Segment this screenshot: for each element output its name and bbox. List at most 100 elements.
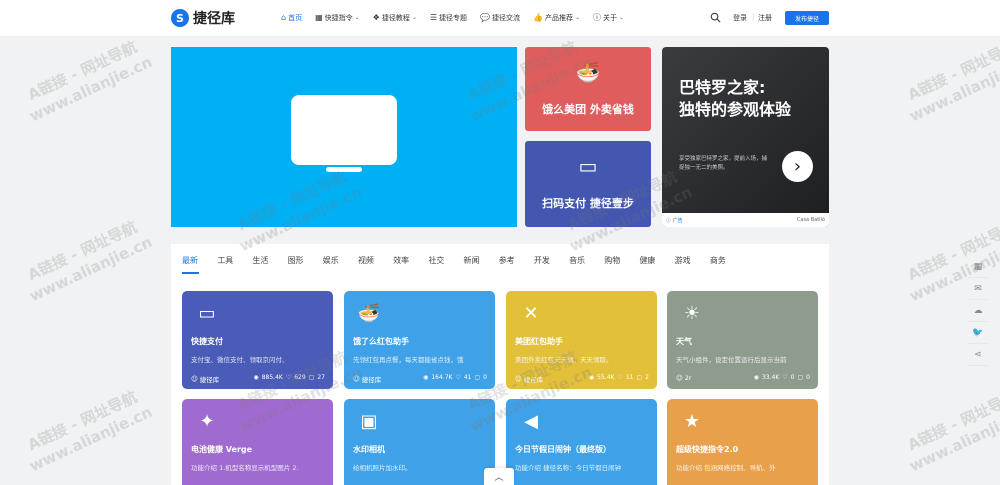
- promo-text: 饿么美团 外卖省钱: [542, 103, 634, 116]
- card-author[interactable]: ☺ 捷径库: [515, 374, 543, 384]
- tab-item[interactable]: 图形: [288, 255, 323, 266]
- watermark-line: A链接 - 网址导航: [24, 37, 140, 105]
- promo-meituan[interactable]: 🍜 饿么美团 外卖省钱: [525, 47, 651, 131]
- card-icon: ▣: [360, 410, 378, 432]
- nav-item-1[interactable]: ▦ 快捷指令 ⌄: [315, 12, 360, 23]
- card-description: 先领红包再点餐，每天都能省点钱，饿: [353, 356, 464, 364]
- chevron-down-icon: ⌄: [354, 14, 360, 21]
- shortcut-card[interactable]: ☀ 天气 天气小组件，设定位置运行后显示当前 ☺ 2r ◉ 33.4K ♡ 0 ▢ 0: [667, 291, 818, 389]
- promo-pay[interactable]: ▭ 扫码支付 捷径壹步: [525, 141, 651, 227]
- watermark-text: A链接 - 网址导航 www.alianjie.cn: [898, 384, 1000, 477]
- nav-label: 快捷指令: [324, 13, 353, 22]
- card-title: 超级快捷指令2.0: [676, 445, 739, 454]
- wechat-icon[interactable]: ☁: [968, 300, 988, 322]
- author-name: 捷径库: [361, 376, 382, 384]
- tab-item[interactable]: 生活: [252, 255, 287, 266]
- views-icon: ◉: [588, 374, 595, 381]
- card-description: 功能介绍 捷径名称：今日节假日闹钟: [515, 464, 622, 472]
- user-icon: ☺: [676, 374, 683, 382]
- divider: |: [752, 13, 755, 21]
- mail-icon[interactable]: ✉: [968, 278, 988, 300]
- card-description: 美团外卖红包天天领，天天领取。: [515, 356, 613, 364]
- watermark-line: www.alianjie.cn: [906, 52, 1000, 126]
- comment-icon: ▢: [636, 374, 643, 381]
- tab-item[interactable]: 娱乐: [323, 255, 358, 266]
- nav-icon: 👍: [533, 13, 543, 22]
- register-link[interactable]: 注册: [758, 13, 772, 23]
- shortcut-card[interactable]: ✦ 电池健康 Verge 功能介绍 1.机型名称显示机型图片 2.: [182, 399, 333, 485]
- watermark-line: www.alianjie.cn: [26, 232, 156, 306]
- ad-label[interactable]: ⓘ 广告: [666, 217, 683, 224]
- nav-item-2[interactable]: ❖ 捷径教程 ⌄: [373, 12, 417, 23]
- view-count: 164.7K: [431, 374, 453, 381]
- tab-item[interactable]: 视频: [358, 255, 393, 266]
- card-description: 给相机照片加水印。: [353, 464, 412, 472]
- watermark-text: A链接 - 网址导航 www.alianjie.cn: [18, 384, 156, 477]
- comment-count: 27: [317, 374, 325, 381]
- card-icon: ★: [683, 410, 701, 432]
- side-toolbar: ▦ ✉ ☁ 🐦 ⋖: [968, 256, 988, 366]
- category-tabs: 最新 工具 生活 图形 娱乐 视频 效率 社交 新闻 参考 开发 音乐 购物 健康 游戏 商务: [182, 255, 745, 266]
- chevron-down-icon: ⌄: [619, 14, 625, 21]
- search-icon[interactable]: [710, 12, 721, 23]
- tab-item[interactable]: 商务: [710, 255, 745, 266]
- tab-item[interactable]: 游戏: [675, 255, 710, 266]
- nav-icon: ⓘ: [593, 13, 602, 22]
- nav-item-4[interactable]: 💬 捷径交流: [480, 12, 520, 23]
- tab-item[interactable]: 购物: [604, 255, 639, 266]
- twitter-icon[interactable]: 🐦: [968, 322, 988, 344]
- ad-banner[interactable]: 巴特罗之家: 独特的参观体验 享受独家巴特罗之家，提前入场，捕捉独一无二的美照。…: [662, 47, 829, 227]
- tab-item[interactable]: 社交: [428, 255, 463, 266]
- tab-item[interactable]: 最新: [182, 255, 217, 266]
- watermark-line: www.alianjie.cn: [906, 402, 1000, 476]
- card-title: 水印相机: [353, 445, 385, 454]
- watermark-line: www.alianjie.cn: [26, 402, 156, 476]
- bowl-icon: 🍜: [575, 60, 601, 84]
- post-shortcut-button[interactable]: 发布捷径: [785, 11, 829, 25]
- like-icon: ♡: [617, 374, 623, 381]
- chevron-down-icon: ⌄: [574, 14, 581, 21]
- tab-item[interactable]: 工具: [217, 255, 252, 266]
- card-description: 功能介绍 1.机型名称显示机型图片 2.: [191, 464, 299, 472]
- card-author[interactable]: ☺ 捷径库: [191, 374, 219, 384]
- card-author[interactable]: ☺ 2r: [676, 374, 692, 382]
- chevron-right-icon[interactable]: ›: [782, 151, 813, 182]
- card-stats: ◉ 164.7K ♡ 41 ▢ 0: [423, 374, 487, 381]
- ad-description: 享受独家巴特罗之家，提前入场，捕捉独一无二的美照。: [679, 156, 768, 171]
- shortcut-card[interactable]: ★ 超级快捷指令2.0 功能介绍 包涵网络控制、导航、外: [667, 399, 818, 485]
- share-icon[interactable]: ⋖: [968, 344, 988, 366]
- site-logo[interactable]: S 捷径库: [171, 8, 235, 28]
- shortcut-card[interactable]: ▭ 快捷支付 支付宝、微信支付、领取京闪付、 ☺ 捷径库 ◉ 885.4K ♡ 629 ▢ 27: [182, 291, 333, 389]
- nav-item-0[interactable]: ⌂ 首页: [281, 12, 302, 23]
- shortcut-card[interactable]: ◀ 今日节假日闹钟（最终版） 功能介绍 捷径名称：今日节假日闹钟: [506, 399, 657, 485]
- tab-item[interactable]: 效率: [393, 255, 428, 266]
- login-link[interactable]: 登录: [733, 13, 747, 23]
- like-icon: ♡: [285, 374, 292, 381]
- watermark-line: A链接 - 网址导航: [904, 37, 1000, 105]
- card-author[interactable]: ☺ 捷径库: [353, 374, 381, 384]
- tab-item[interactable]: 新闻: [464, 255, 499, 266]
- shortcut-card[interactable]: ▣ 水印相机给相机照片加水印。: [344, 399, 495, 485]
- nav-label: 捷径专题: [439, 13, 468, 22]
- like-icon: ♡: [782, 374, 788, 381]
- tab-item[interactable]: 开发: [534, 255, 569, 266]
- watermark-line: www.alianjie.cn: [26, 52, 156, 126]
- shortcut-card[interactable]: 🍜 饿了么红包助手 先领红包再点餐，每天都能省点钱，饿 ☺ 捷径库 ◉ 164.7K ♡ 41 ▢…: [344, 291, 495, 389]
- nav-icon: ❖: [372, 13, 380, 22]
- tab-item[interactable]: 健康: [639, 255, 674, 266]
- nav-label: 首页: [288, 13, 303, 22]
- shortcut-card[interactable]: ✕ 美团红包助手 美团外卖红包天天领，天天领取。 ☺ 捷径库 ◉ 55.4K ♡ 11 ▢ 2: [506, 291, 657, 389]
- main-nav: ⌂ 首页 ▦ 快捷指令 ⌄ ❖ 捷径教程 ⌄ ☰ 捷径专题 💬 捷径交流 👍 产品推荐 ⌄ ⓘ 关于 ⌄: [281, 12, 624, 23]
- tab-item[interactable]: 参考: [499, 255, 534, 266]
- nav-item-3[interactable]: ☰ 捷径专题: [430, 12, 467, 23]
- qrcode-icon[interactable]: ▦: [968, 256, 988, 278]
- nav-item-5[interactable]: 👍 产品推荐 ⌄: [533, 12, 580, 23]
- comment-count: 2: [645, 374, 649, 381]
- chevron-down-icon: ⌄: [411, 14, 417, 21]
- tab-item[interactable]: 音乐: [569, 255, 604, 266]
- ad-title: 巴特罗之家: 独特的参观体验: [679, 77, 791, 121]
- nav-item-6[interactable]: ⓘ 关于 ⌄: [593, 12, 624, 23]
- scroll-top-button[interactable]: ︿: [484, 468, 514, 485]
- hero-banner[interactable]: [171, 47, 517, 227]
- view-count: 885.4K: [261, 374, 283, 381]
